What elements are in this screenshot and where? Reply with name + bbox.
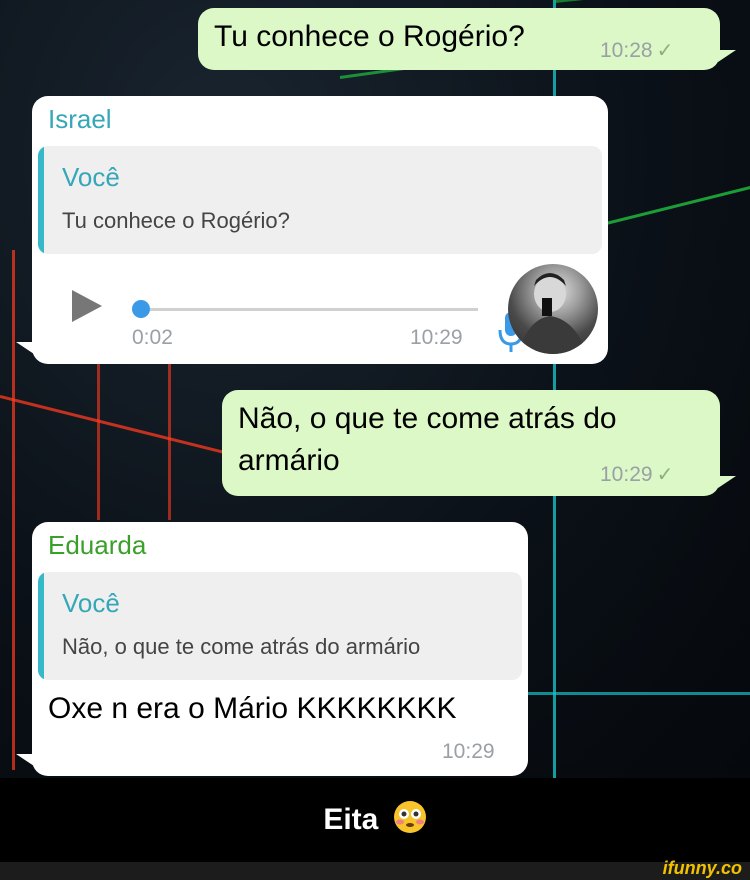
message-text: Tu conhece o Rogério? — [214, 20, 525, 53]
caption: Eita — [0, 800, 750, 842]
quote-bar — [38, 146, 44, 254]
laser-decor — [605, 185, 750, 225]
laser-decor — [554, 0, 750, 3]
sender-name: Eduarda — [48, 530, 147, 560]
play-icon[interactable] — [68, 286, 108, 331]
bubble-tail — [718, 476, 736, 488]
audio-scrubber[interactable] — [132, 300, 150, 318]
outgoing-message-2[interactable]: Não, o que te come atrás do armário 10:2… — [222, 390, 720, 496]
audio-track[interactable] — [138, 308, 478, 311]
watermark-bar: ifunny.co — [0, 858, 750, 880]
outgoing-message-1[interactable]: Tu conhece o Rogério? 10:28 ✓ — [198, 8, 720, 70]
quote-author: Você — [62, 162, 120, 192]
laser-decor — [12, 250, 15, 770]
message-text: Oxe n era o Mário KKKKKKKK — [48, 692, 457, 725]
avatar[interactable] — [508, 264, 598, 354]
bubble-tail — [718, 50, 736, 62]
bubble-tail — [16, 754, 34, 766]
quote-text: Não, o que te come atrás do armário — [62, 634, 421, 659]
quote-author: Você — [62, 588, 120, 618]
chat-background: Tu conhece o Rogério? 10:28 ✓ Israel Você… — [0, 0, 750, 778]
quoted-message[interactable]: Você Não, o que te come atrás do armário — [38, 572, 522, 680]
message-time: 10:29 — [410, 326, 463, 349]
message-time: 10:29 — [442, 740, 495, 763]
flushed-emoji-icon — [393, 800, 427, 842]
message-time: 10:29 ✓ — [600, 463, 674, 486]
caption-text: Eita — [323, 802, 379, 836]
bubble-tail — [16, 342, 34, 354]
incoming-message-eduarda[interactable]: Eduarda Você Não, o que te come atrás do… — [32, 522, 528, 776]
quoted-message[interactable]: Você Tu conhece o Rogério? — [38, 146, 602, 254]
sender-name: Israel — [48, 104, 112, 134]
message-time: 10:28 ✓ — [600, 39, 674, 62]
check-icon: ✓ — [656, 40, 674, 62]
laser-decor — [0, 395, 234, 457]
laser-decor — [528, 692, 750, 695]
check-icon: ✓ — [656, 464, 674, 486]
quote-text: Tu conhece o Rogério? — [62, 208, 290, 233]
laser-decor — [168, 360, 171, 520]
caption-bar: Eita — [0, 778, 750, 862]
audio-duration: 0:02 — [132, 326, 173, 349]
laser-decor — [97, 360, 100, 520]
incoming-message-israel[interactable]: Israel Você Tu conhece o Rogério? 0:02 1… — [32, 96, 608, 364]
quote-bar — [38, 572, 44, 680]
watermark-logo: ifunny.co — [662, 858, 742, 878]
